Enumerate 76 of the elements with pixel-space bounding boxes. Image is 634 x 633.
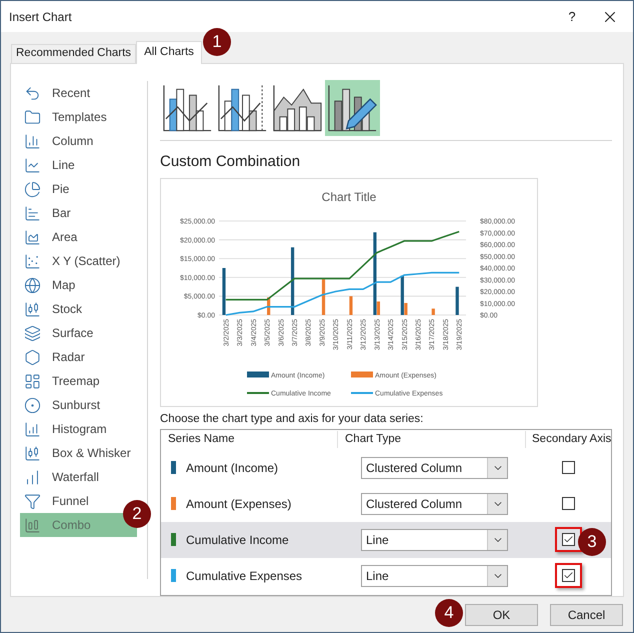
chart-type-item[interactable]: X Y (Scatter) <box>20 249 122 273</box>
chart-type-item[interactable]: Treemap <box>20 369 102 393</box>
area-chart-icon <box>24 228 41 246</box>
series-row[interactable]: Amount (Income) Clustered Column <box>161 450 611 486</box>
histogram-icon <box>24 420 41 438</box>
folder-icon <box>24 108 41 126</box>
column-header: Series Name <box>161 431 338 448</box>
candlestick-icon <box>24 444 41 462</box>
column-chart-icon <box>24 132 41 150</box>
checkbox[interactable] <box>562 533 575 546</box>
window-title: Insert Chart <box>8 8 73 26</box>
series-row[interactable]: Cumulative Expenses Line <box>161 558 611 594</box>
instruction-text: Choose the chart type and axis for your data series: <box>160 412 424 426</box>
candlestick-icon <box>24 300 41 318</box>
series-name: Cumulative Income <box>186 532 289 549</box>
series-row[interactable]: Amount (Expenses) Clustered Column <box>161 486 611 522</box>
bar <box>267 296 270 314</box>
chart-type-item[interactable]: Pie <box>20 177 72 201</box>
legend-swatch <box>351 371 373 377</box>
tab[interactable]: Recommended Charts <box>11 44 136 63</box>
callout-badge: 4 <box>435 599 463 627</box>
chart-type-dropdown[interactable]: Line <box>361 564 508 587</box>
section-title: Custom Combination <box>160 152 302 172</box>
checkbox[interactable] <box>562 497 575 510</box>
bar <box>349 296 353 314</box>
scatter-chart-icon <box>24 252 41 270</box>
checkbox[interactable] <box>562 569 575 582</box>
column-chart-icon <box>24 468 41 486</box>
help-button[interactable]: ? <box>557 2 587 32</box>
chart-type-item[interactable]: Waterfall <box>20 465 101 489</box>
legend-swatch <box>247 371 269 377</box>
chart-type-item[interactable]: Stock <box>20 297 84 321</box>
combo-chart-icon <box>24 516 41 534</box>
chart-type-item[interactable]: Line <box>20 153 77 177</box>
chart-type-item[interactable]: Map <box>20 273 78 297</box>
chart-type-item[interactable]: Column <box>20 129 96 153</box>
bar <box>290 246 294 314</box>
dialog-button[interactable]: OK <box>465 604 538 626</box>
layers-icon <box>24 324 41 342</box>
bar <box>432 308 435 314</box>
target-icon <box>24 396 41 414</box>
column-header: Chart Type <box>338 431 526 448</box>
funnel-icon <box>24 492 41 510</box>
chart-type-item[interactable]: Recent <box>20 81 92 105</box>
chart-type-dropdown[interactable]: Line <box>361 528 508 551</box>
chart-type-dropdown[interactable]: Clustered Column <box>361 492 508 515</box>
series-name: Cumulative Expenses <box>186 568 302 585</box>
line-chart-icon <box>24 156 41 174</box>
chart-type-item[interactable]: Area <box>20 225 80 249</box>
bar-chart-icon <box>24 204 41 222</box>
chart-type-dropdown[interactable]: Clustered Column <box>361 456 508 479</box>
column-header: Secondary Axis <box>531 432 610 448</box>
pie-chart-icon <box>24 180 41 198</box>
globe-icon <box>24 276 41 294</box>
chart-type-item[interactable]: Radar <box>20 345 87 369</box>
chart-title: Chart Title <box>322 190 376 204</box>
callout-badge: 1 <box>202 28 231 56</box>
chart-type-item[interactable]: Bar <box>20 201 73 225</box>
chart-type-item[interactable]: Sunburst <box>20 393 102 417</box>
chart-subtype-button[interactable] <box>325 80 380 136</box>
bar <box>456 286 459 314</box>
chart-type-item[interactable]: Histogram <box>20 417 109 441</box>
undo-icon <box>24 84 41 102</box>
series-name: Amount (Income) <box>186 460 278 477</box>
bar <box>222 268 226 314</box>
hexagon-icon <box>24 348 41 366</box>
tab[interactable]: All Charts <box>136 41 202 64</box>
series-name: Amount (Expenses) <box>186 496 292 513</box>
bar <box>322 278 326 314</box>
treemap-icon <box>24 372 41 390</box>
dialog-button[interactable]: Cancel <box>550 604 623 626</box>
chart-type-item[interactable]: Surface <box>20 321 96 345</box>
chart-type-item[interactable]: Funnel <box>20 489 91 513</box>
chart-type-item[interactable]: Templates <box>20 105 109 129</box>
chart-type-item[interactable]: Box & Whisker <box>20 441 133 465</box>
checkbox[interactable] <box>562 461 575 474</box>
